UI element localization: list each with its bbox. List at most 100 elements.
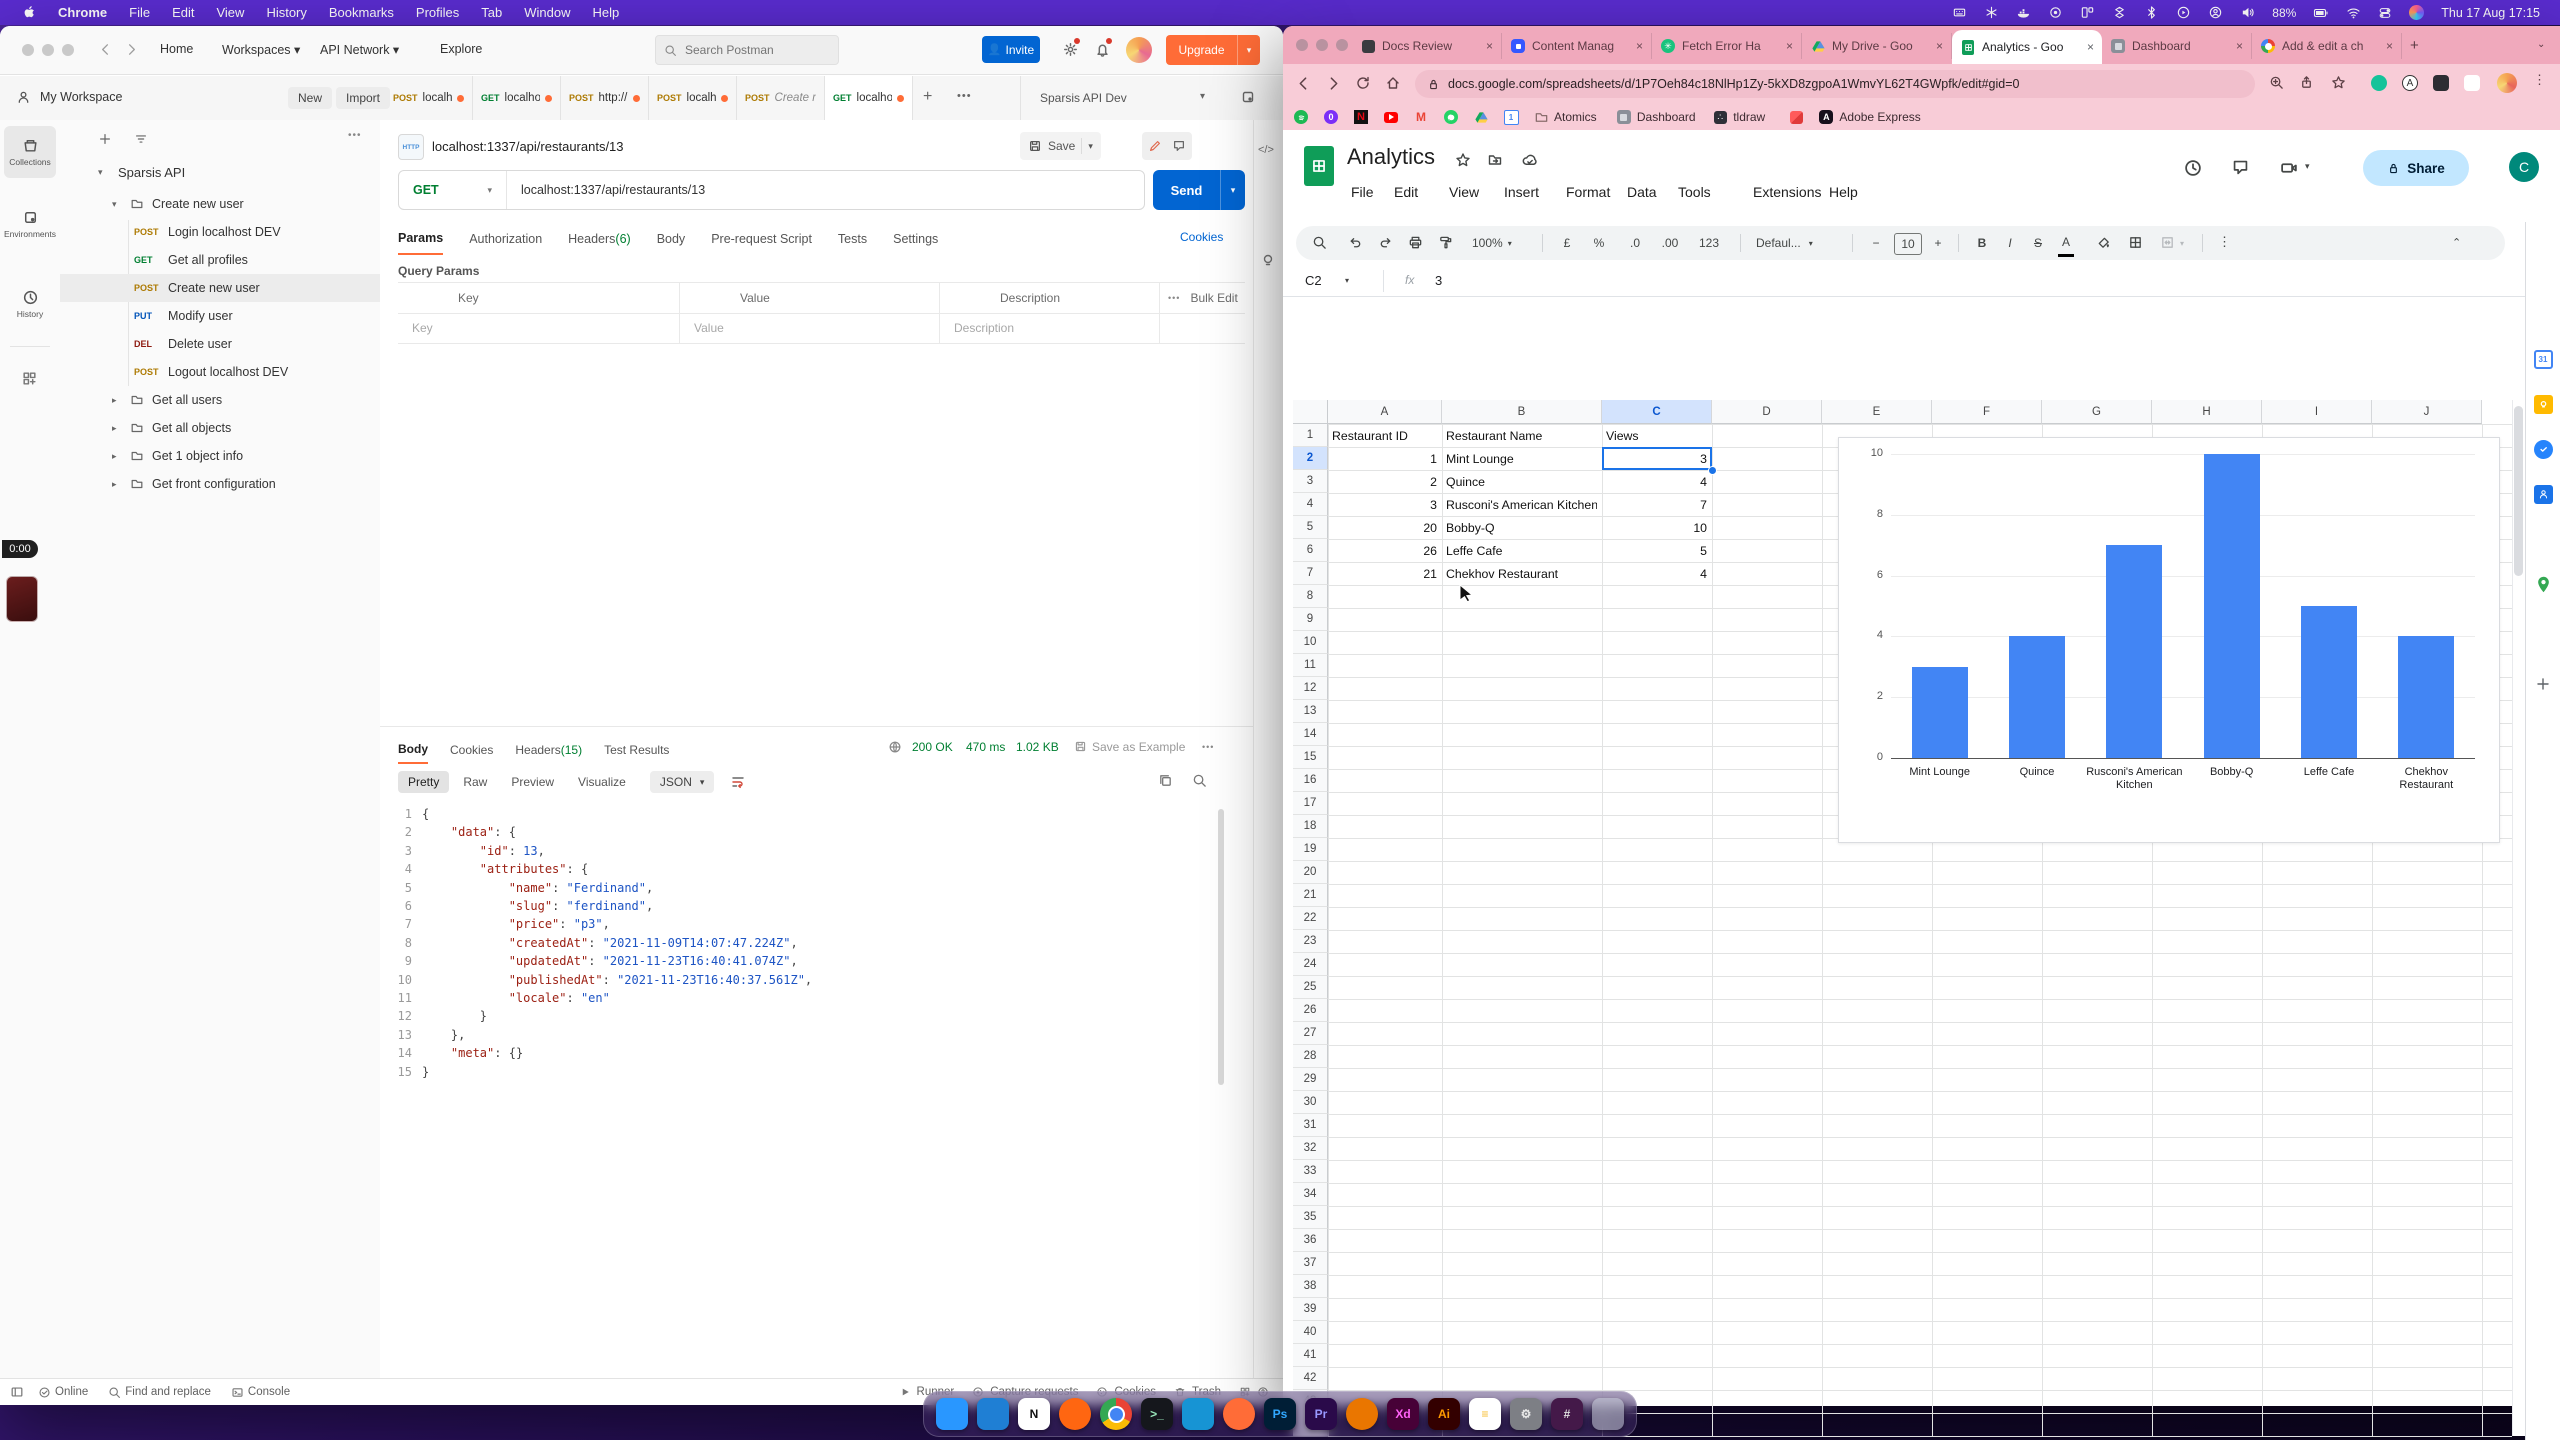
response-tab-test-results[interactable]: Test Results bbox=[604, 737, 669, 763]
chevron-down-icon[interactable]: ▾ bbox=[98, 167, 114, 178]
save-button[interactable]: Save▾ bbox=[1020, 132, 1101, 160]
dock-app-illustrator[interactable]: Ai bbox=[1428, 1398, 1460, 1430]
siri-icon[interactable] bbox=[2409, 5, 2424, 20]
view-pretty[interactable]: Pretty bbox=[398, 771, 449, 793]
dock-app-firefox[interactable] bbox=[1059, 1398, 1091, 1430]
back-icon[interactable] bbox=[98, 42, 113, 57]
column-header-J[interactable]: J bbox=[2372, 400, 2482, 424]
find-replace-icon[interactable] bbox=[108, 1386, 121, 1399]
recording-thumbnail[interactable] bbox=[6, 576, 38, 622]
tab-tests[interactable]: Tests bbox=[838, 224, 867, 254]
chevron-right-icon[interactable]: ▸ bbox=[112, 423, 126, 434]
cell-c7[interactable]: 4 bbox=[1606, 562, 1707, 585]
url-bar[interactable]: docs.google.com/spreadsheets/d/1P7Oeh84c… bbox=[1415, 70, 2255, 98]
browser-tab[interactable]: Content Manag× bbox=[1502, 33, 1652, 59]
menu-item-file[interactable]: File bbox=[118, 5, 161, 20]
row-header-38[interactable]: 38 bbox=[1293, 1275, 1328, 1298]
send-button[interactable]: Send▾ bbox=[1153, 170, 1245, 210]
traffic-light-minimize[interactable] bbox=[42, 44, 54, 56]
copy-response-icon[interactable] bbox=[1158, 773, 1173, 788]
bluetooth-icon[interactable] bbox=[2144, 5, 2159, 20]
send-caret-icon[interactable]: ▾ bbox=[1221, 185, 1245, 196]
browser-tab[interactable]: Docs Review× bbox=[1352, 33, 1502, 59]
sidebar-rail-item-environments[interactable]: Environments bbox=[4, 198, 56, 250]
format-caret-icon[interactable]: ▾ bbox=[700, 777, 705, 788]
dock-app-slack[interactable]: # bbox=[1551, 1398, 1583, 1430]
row-header-17[interactable]: 17 bbox=[1293, 792, 1328, 815]
search-response-icon[interactable] bbox=[1192, 773, 1207, 788]
param-input-value[interactable]: Value bbox=[680, 313, 940, 343]
row-header-41[interactable]: 41 bbox=[1293, 1344, 1328, 1367]
method-caret-icon[interactable]: ▾ bbox=[487, 185, 492, 196]
home-icon[interactable] bbox=[1385, 75, 1401, 91]
view-preview[interactable]: Preview bbox=[501, 771, 564, 793]
menu-item-view[interactable]: View bbox=[205, 5, 255, 20]
row-header-3[interactable]: 3 bbox=[1293, 470, 1328, 493]
url-text[interactable]: docs.google.com/spreadsheets/d/1P7Oeh84c… bbox=[1448, 77, 2020, 91]
person-circle-icon[interactable] bbox=[2208, 5, 2223, 20]
collection-root[interactable]: ▾Sparsis API bbox=[60, 158, 380, 186]
tab-pre-request-script[interactable]: Pre-request Script bbox=[711, 224, 812, 254]
filter-icon[interactable] bbox=[134, 132, 148, 146]
cell-c4[interactable]: 7 bbox=[1606, 493, 1707, 516]
extension-a-icon[interactable]: A bbox=[2402, 75, 2418, 91]
dock-app-trash[interactable] bbox=[1592, 1398, 1624, 1430]
code-snippet-icon[interactable]: </> bbox=[1258, 144, 1274, 156]
docker-icon[interactable] bbox=[2016, 5, 2031, 20]
tab-close-icon[interactable]: × bbox=[1786, 39, 1793, 53]
selected-cell-outline[interactable] bbox=[1602, 447, 1712, 470]
traffic-light-zoom[interactable] bbox=[62, 44, 74, 56]
bookmark-item[interactable]: 0 bbox=[1323, 108, 1339, 126]
row-header-31[interactable]: 31 bbox=[1293, 1114, 1328, 1137]
row-header-24[interactable]: 24 bbox=[1293, 953, 1328, 976]
row-header-10[interactable]: 10 bbox=[1293, 631, 1328, 654]
request-tab[interactable]: POSTlocalh bbox=[649, 76, 737, 120]
keyboard-icon[interactable] bbox=[1952, 5, 1967, 20]
bookmark-item[interactable]: Dashboard bbox=[1616, 108, 1696, 126]
browser-tab[interactable]: Add & edit a ch× bbox=[2252, 33, 2402, 59]
row-header-28[interactable]: 28 bbox=[1293, 1045, 1328, 1068]
bookmark-item[interactable]: Atomics bbox=[1533, 108, 1597, 126]
menu-item-history[interactable]: History bbox=[255, 5, 317, 20]
tab-headers-6-[interactable]: Headers (6) bbox=[568, 224, 631, 254]
cell-b4[interactable]: Rusconi's American Kitchen bbox=[1446, 493, 1597, 516]
fill-handle[interactable] bbox=[1708, 466, 1717, 475]
row-header-15[interactable]: 15 bbox=[1293, 746, 1328, 769]
maps-icon[interactable] bbox=[2533, 574, 2553, 594]
chevron-down-icon[interactable]: ▾ bbox=[112, 199, 126, 210]
environment-caret-icon[interactable]: ▾ bbox=[1200, 91, 1205, 102]
cell-a3[interactable]: 2 bbox=[1332, 470, 1437, 493]
cell-c3[interactable]: 4 bbox=[1606, 470, 1707, 493]
browser-tab[interactable]: Dashboard× bbox=[2102, 33, 2252, 59]
import-button[interactable]: Import bbox=[336, 87, 390, 109]
params-more-icon[interactable]: ••• bbox=[1168, 293, 1180, 303]
environment-selector[interactable]: Sparsis API Dev bbox=[1040, 91, 1127, 105]
tree-more-icon[interactable]: ••• bbox=[348, 130, 362, 141]
keep-icon[interactable] bbox=[2533, 394, 2553, 414]
find-replace-label[interactable]: Find and replace bbox=[125, 1386, 211, 1398]
menu-item-profiles[interactable]: Profiles bbox=[405, 5, 470, 20]
edit-pencil-icon[interactable] bbox=[1148, 139, 1162, 153]
tasks-icon[interactable] bbox=[2533, 439, 2553, 459]
menu-item-window[interactable]: Window bbox=[513, 5, 581, 20]
bookmark-item[interactable] bbox=[1473, 108, 1489, 126]
tab-list-chevron-icon[interactable]: ⌄ bbox=[2537, 39, 2545, 50]
row-header-22[interactable]: 22 bbox=[1293, 907, 1328, 930]
search-input[interactable] bbox=[683, 42, 817, 58]
tab-options-icon[interactable]: ••• bbox=[957, 90, 972, 102]
tab-close-icon[interactable]: × bbox=[1636, 39, 1643, 53]
cell-b6[interactable]: Leffe Cafe bbox=[1446, 539, 1597, 562]
env-quick-look-icon[interactable] bbox=[1240, 89, 1256, 105]
nav-api-network[interactable]: API Network ▾ bbox=[320, 42, 399, 57]
plus-icon[interactable] bbox=[2533, 674, 2553, 694]
tab-close-icon[interactable]: × bbox=[2236, 39, 2243, 53]
bookmark-item[interactable]: ∴tldraw bbox=[1712, 108, 1765, 126]
new-tab-button[interactable]: + bbox=[2410, 37, 2419, 54]
row-header-35[interactable]: 35 bbox=[1293, 1206, 1328, 1229]
dock-app-docker[interactable] bbox=[1182, 1398, 1214, 1430]
row-header-7[interactable]: 7 bbox=[1293, 562, 1328, 585]
row-header-29[interactable]: 29 bbox=[1293, 1068, 1328, 1091]
row-header-33[interactable]: 33 bbox=[1293, 1160, 1328, 1183]
layers-icon[interactable] bbox=[2112, 5, 2127, 20]
dock-app-adobe-xd[interactable]: Xd bbox=[1387, 1398, 1419, 1430]
